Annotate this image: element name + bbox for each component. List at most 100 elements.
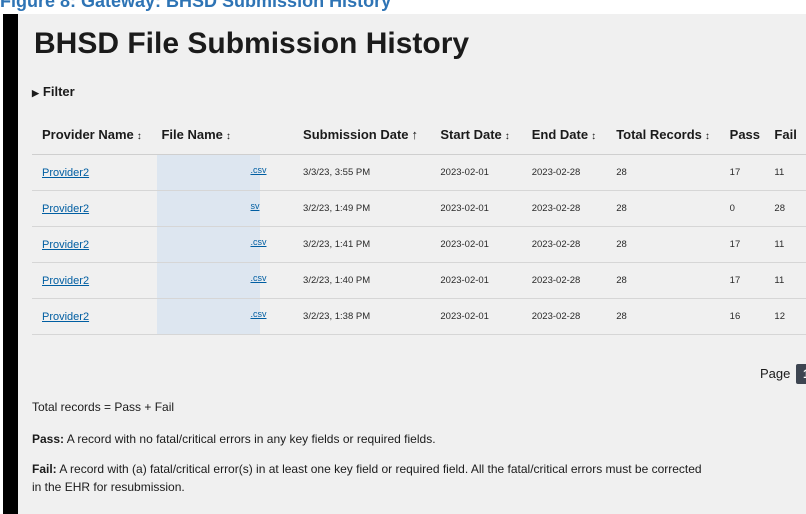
end-date-cell: 2023-02-28 <box>521 154 607 191</box>
pass-cell: 16 <box>719 298 765 335</box>
sort-icon: ↕ <box>504 130 510 142</box>
column-label: Total Records <box>616 126 702 142</box>
fail-definition: Fail: A record with (a) fatal/critical e… <box>32 462 702 476</box>
file-name-cell: .csv <box>151 154 294 191</box>
total-records-cell: 28 <box>606 190 720 227</box>
provider-link[interactable]: Provider2 <box>42 203 89 215</box>
total-records-cell: 28 <box>606 262 720 299</box>
screenshot-frame: BHSD File Submission History ▶ Filter Pro… <box>3 14 806 514</box>
figure-caption: Figure 8: Gateway: BHSD Submission Histo… <box>0 0 392 11</box>
submission-table: Provider Name ↕ File Name ↕ Submission Dat… <box>32 114 806 335</box>
submission-date-cell: 3/3/23, 3:55 PM <box>293 154 431 191</box>
column-header-fail: Fail <box>764 114 806 155</box>
submission-date-cell: 3/2/23, 1:49 PM <box>293 190 431 227</box>
sort-icon: ↕ <box>704 130 710 142</box>
column-label: Start Date <box>440 126 502 142</box>
redacted-file-name <box>157 263 261 298</box>
filter-toggle[interactable]: ▶ Filter <box>32 84 75 99</box>
fail-term: Fail: <box>32 462 57 476</box>
provider-cell: Provider2 <box>32 262 152 299</box>
start-date-cell: 2023-02-01 <box>430 154 522 191</box>
pass-term: Pass: <box>32 432 65 446</box>
provider-cell: Provider2 <box>32 226 152 263</box>
column-header-total-records[interactable]: Total Records ↕ <box>606 114 720 155</box>
pass-cell: 17 <box>719 262 765 299</box>
table-row: Provider2 .csv 3/2/23, 1:41 PM 2023-02-0… <box>32 226 806 263</box>
file-name-cell: .csv <box>151 262 294 299</box>
end-date-cell: 2023-02-28 <box>521 190 607 227</box>
fail-cell: 11 <box>764 154 806 191</box>
submission-history-panel: BHSD File Submission History ▶ Filter Pro… <box>18 14 806 514</box>
file-link[interactable]: sv <box>250 201 259 211</box>
fail-text: A record with (a) fatal/critical error(s… <box>56 462 702 476</box>
redacted-file-name <box>157 191 261 226</box>
column-header-pass: Pass <box>719 114 765 155</box>
start-date-cell: 2023-02-01 <box>430 262 522 299</box>
file-name-cell: sv <box>151 190 294 227</box>
file-link[interactable]: .csv <box>250 309 266 319</box>
column-header-provider-name[interactable]: Provider Name ↕ <box>32 114 152 155</box>
provider-link[interactable]: Provider2 <box>42 239 89 251</box>
filter-label: Filter <box>42 84 75 99</box>
fail-cell: 12 <box>764 298 806 335</box>
column-header-start-date[interactable]: Start Date ↕ <box>430 114 522 155</box>
pass-cell: 17 <box>719 226 765 263</box>
start-date-cell: 2023-02-01 <box>430 298 522 335</box>
start-date-cell: 2023-02-01 <box>430 226 522 263</box>
column-header-end-date[interactable]: End Date ↕ <box>521 114 607 155</box>
pass-text: A record with no fatal/critical errors i… <box>64 432 436 446</box>
column-header-file-name[interactable]: File Name ↕ <box>151 114 294 155</box>
total-records-cell: 28 <box>606 154 720 191</box>
submission-date-cell: 3/2/23, 1:38 PM <box>293 298 431 335</box>
page-button-current[interactable]: 1 <box>796 364 806 384</box>
sort-ascending-icon: ↑ <box>411 126 419 142</box>
page-title: BHSD File Submission History <box>34 27 470 60</box>
sort-icon: ↕ <box>136 130 142 142</box>
pass-definition: Pass: A record with no fatal/critical er… <box>32 432 436 446</box>
file-link[interactable]: .csv <box>250 273 266 283</box>
end-date-cell: 2023-02-28 <box>521 298 607 335</box>
pass-cell: 0 <box>719 190 765 227</box>
provider-cell: Provider2 <box>32 190 152 227</box>
submission-date-cell: 3/2/23, 1:41 PM <box>293 226 431 263</box>
provider-link[interactable]: Provider2 <box>42 275 89 287</box>
file-name-cell: .csv <box>151 298 294 335</box>
sort-icon: ↕ <box>591 130 597 142</box>
table-row: Provider2 .csv 3/3/23, 3:55 PM 2023-02-0… <box>32 154 806 191</box>
provider-cell: Provider2 <box>32 298 152 335</box>
page-label: Page <box>760 366 791 381</box>
sort-icon: ↕ <box>225 130 231 142</box>
pagination: Page 1 <box>760 364 806 384</box>
redacted-file-name <box>157 155 261 190</box>
table-header-row: Provider Name ↕ File Name ↕ Submission Dat… <box>32 114 806 155</box>
column-label: End Date <box>531 126 589 142</box>
start-date-cell: 2023-02-01 <box>430 190 522 227</box>
fail-cell: 11 <box>764 262 806 299</box>
end-date-cell: 2023-02-28 <box>521 226 607 263</box>
column-header-submission-date[interactable]: Submission Date ↑ <box>293 114 431 155</box>
total-records-cell: 28 <box>606 226 720 263</box>
redacted-file-name <box>157 227 261 262</box>
provider-link[interactable]: Provider2 <box>42 167 89 179</box>
fail-cell: 11 <box>764 226 806 263</box>
fail-cell: 28 <box>764 190 806 227</box>
provider-link[interactable]: Provider2 <box>42 311 89 323</box>
table-row: Provider2 .csv 3/2/23, 1:38 PM 2023-02-0… <box>32 298 806 335</box>
provider-cell: Provider2 <box>32 154 152 191</box>
column-label: File Name <box>161 126 223 142</box>
file-link[interactable]: .csv <box>250 237 266 247</box>
table-row: Provider2 sv 3/2/23, 1:49 PM 2023-02-01 … <box>32 190 806 227</box>
redacted-file-name <box>157 299 261 334</box>
total-records-cell: 28 <box>606 298 720 335</box>
column-label: Submission Date <box>303 126 409 142</box>
caret-right-icon: ▶ <box>32 88 39 98</box>
end-date-cell: 2023-02-28 <box>521 262 607 299</box>
column-label: Provider Name <box>42 126 134 142</box>
submission-date-cell: 3/2/23, 1:40 PM <box>293 262 431 299</box>
file-name-cell: .csv <box>151 226 294 263</box>
table-row: Provider2 .csv 3/2/23, 1:40 PM 2023-02-0… <box>32 262 806 299</box>
fail-definition-continued: in the EHR for resubmission. <box>32 480 185 494</box>
pass-cell: 17 <box>719 154 765 191</box>
total-records-note: Total records = Pass + Fail <box>32 400 175 414</box>
file-link[interactable]: .csv <box>250 165 266 175</box>
